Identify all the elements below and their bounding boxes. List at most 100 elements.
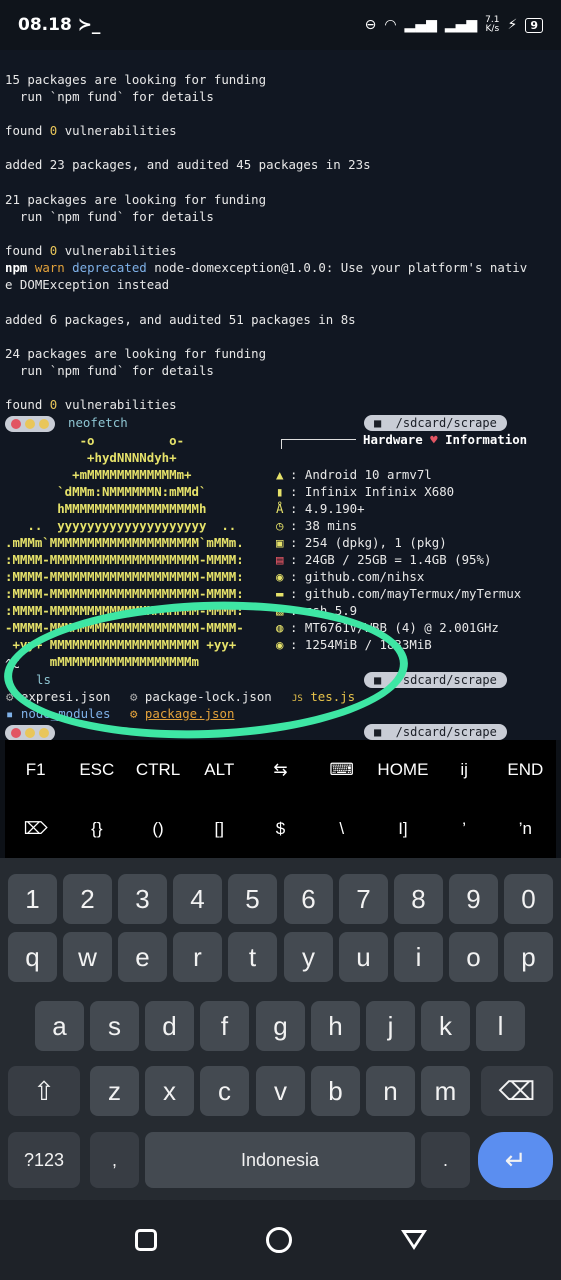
- info-repo: ▬: github.com/mayTermux/myTermux: [276, 586, 522, 601]
- key-f[interactable]: f: [200, 1001, 249, 1051]
- terminal-line: added 6 packages, and audited 51 package…: [5, 312, 356, 327]
- key-e[interactable]: e: [118, 932, 167, 982]
- space-key[interactable]: Indonesia: [145, 1132, 415, 1188]
- key-g[interactable]: g: [256, 1001, 305, 1051]
- key-1[interactable]: 1: [8, 874, 57, 924]
- key-keyboard-icon[interactable]: ⌨: [311, 760, 372, 780]
- info-host: ▮: Infinix Infinix X680: [276, 484, 455, 499]
- terminal-line: 15 packages are looking for funding: [5, 72, 267, 87]
- key-q[interactable]: q: [8, 932, 57, 982]
- shift-key[interactable]: ⇧: [8, 1066, 80, 1116]
- key-j[interactable]: j: [366, 1001, 415, 1051]
- path-pill: ■ /sdcard/scrape: [364, 724, 507, 740]
- terminal-line: run `npm fund` for details: [5, 209, 214, 224]
- key-m[interactable]: m: [421, 1066, 470, 1116]
- wifi-icon: ◠: [384, 17, 397, 33]
- key-esc[interactable]: ESC: [66, 760, 127, 780]
- key-9[interactable]: 9: [449, 874, 498, 924]
- key-a[interactable]: a: [35, 1001, 84, 1051]
- red-dot-icon: [11, 728, 21, 738]
- signal-icon-2: ▂▄▆: [444, 17, 478, 33]
- kernel-icon: Å: [276, 501, 284, 516]
- key-h[interactable]: h: [311, 1001, 360, 1051]
- key-n[interactable]: n: [366, 1066, 415, 1116]
- key-end[interactable]: END: [495, 760, 556, 780]
- key-v[interactable]: v: [256, 1066, 305, 1116]
- terminal-line: added 23 packages, and audited 45 packag…: [5, 157, 371, 172]
- backspace-icon: ⌫: [498, 1075, 536, 1106]
- key-braces[interactable]: {}: [66, 819, 127, 839]
- key-8[interactable]: 8: [394, 874, 443, 924]
- shift-icon: ⇧: [33, 1075, 55, 1106]
- key-z[interactable]: z: [90, 1066, 139, 1116]
- signal-icon: ▂▄▆: [404, 17, 437, 33]
- key-s[interactable]: s: [90, 1001, 139, 1051]
- period-key[interactable]: .: [421, 1132, 470, 1188]
- key-newline[interactable]: ’n: [495, 819, 556, 839]
- comma-key[interactable]: ,: [90, 1132, 139, 1188]
- key-home[interactable]: HOME: [372, 760, 433, 780]
- key-6[interactable]: 6: [284, 874, 333, 924]
- key-f1[interactable]: F1: [5, 760, 66, 780]
- enter-key[interactable]: ↵: [478, 1132, 553, 1188]
- key-l[interactable]: l: [476, 1001, 525, 1051]
- phone-icon: ▮: [276, 484, 284, 499]
- info-uptime: ◷: 38 mins: [276, 518, 358, 533]
- divider: [281, 439, 356, 449]
- key-u[interactable]: u: [339, 932, 388, 982]
- status-bar: 08.18 ≻_ ⊖ ◠ ▂▄▆ ▂▄▆ 7.1 K/s ⚡ 9: [0, 0, 561, 50]
- key-tab-icon[interactable]: ⇆: [250, 760, 311, 780]
- recent-apps-button[interactable]: [134, 1229, 157, 1251]
- yellow-dot-icon: [25, 728, 35, 738]
- battery-level: 9: [525, 17, 543, 33]
- key-bracket-close[interactable]: I]: [372, 819, 433, 839]
- terminal-line: found 0 vulnerabilities: [5, 397, 177, 412]
- key-delete-icon[interactable]: ⌦: [5, 819, 66, 839]
- home-button[interactable]: [265, 1227, 292, 1253]
- symbols-key[interactable]: ?123: [8, 1132, 80, 1188]
- key-3[interactable]: 3: [118, 874, 167, 924]
- key-p[interactable]: p: [504, 932, 553, 982]
- key-c[interactable]: c: [200, 1066, 249, 1116]
- key-x[interactable]: x: [145, 1066, 194, 1116]
- key-ij[interactable]: ij: [434, 760, 495, 780]
- key-dollar[interactable]: $: [250, 819, 311, 839]
- key-t[interactable]: t: [228, 932, 277, 982]
- key-0[interactable]: 0: [504, 874, 553, 924]
- key-apostrophe[interactable]: ’: [434, 819, 495, 839]
- key-o[interactable]: o: [449, 932, 498, 982]
- ascii-art-line: -o o-: [5, 433, 185, 448]
- key-ctrl[interactable]: CTRL: [127, 760, 188, 780]
- network-speed: 7.1 K/s: [485, 15, 500, 34]
- key-5[interactable]: 5: [228, 874, 277, 924]
- key-r[interactable]: r: [173, 932, 222, 982]
- key-w[interactable]: w: [63, 932, 112, 982]
- key-alt[interactable]: ALT: [189, 760, 250, 780]
- info-storage: ▤: 24GB / 25GB = 1.4GB (95%): [276, 552, 492, 567]
- back-button[interactable]: [400, 1230, 427, 1250]
- key-b[interactable]: b: [311, 1066, 360, 1116]
- github-icon: ◉: [276, 569, 284, 584]
- clock-icon: ◷: [276, 518, 284, 533]
- key-7[interactable]: 7: [339, 874, 388, 924]
- key-y[interactable]: y: [284, 932, 333, 982]
- backspace-key[interactable]: ⌫: [481, 1066, 553, 1116]
- key-2[interactable]: 2: [63, 874, 112, 924]
- ascii-art-line: `dMMm:NMMMMMMN:mMMd`: [5, 484, 207, 499]
- terminal-line: e DOMException instead: [5, 277, 170, 292]
- key-backslash[interactable]: \: [311, 819, 372, 839]
- key-parens[interactable]: (): [127, 819, 188, 839]
- ascii-art-line: hMMMMMMMMMMMMMMMMMMh: [5, 501, 207, 516]
- key-i[interactable]: i: [394, 932, 443, 982]
- key-d[interactable]: d: [145, 1001, 194, 1051]
- lock-icon: ▤: [276, 552, 284, 567]
- yellow-dot-icon: [39, 419, 49, 429]
- key-brackets[interactable]: []: [189, 819, 250, 839]
- status-icons: ⊖ ◠ ▂▄▆ ▂▄▆ 7.1 K/s ⚡ 9: [365, 16, 543, 34]
- key-k[interactable]: k: [421, 1001, 470, 1051]
- key-4[interactable]: 4: [173, 874, 222, 924]
- ascii-art-line: :MMMM-MMMMMMMMMMMMMMMMMMMM-MMMM:: [5, 586, 244, 601]
- android-icon: ▲: [276, 467, 284, 482]
- info-github: ◉: github.com/nihsx: [276, 569, 425, 584]
- ascii-art-line: .mMMm`MMMMMMMMMMMMMMMMMMMM`mMMm.: [5, 535, 244, 550]
